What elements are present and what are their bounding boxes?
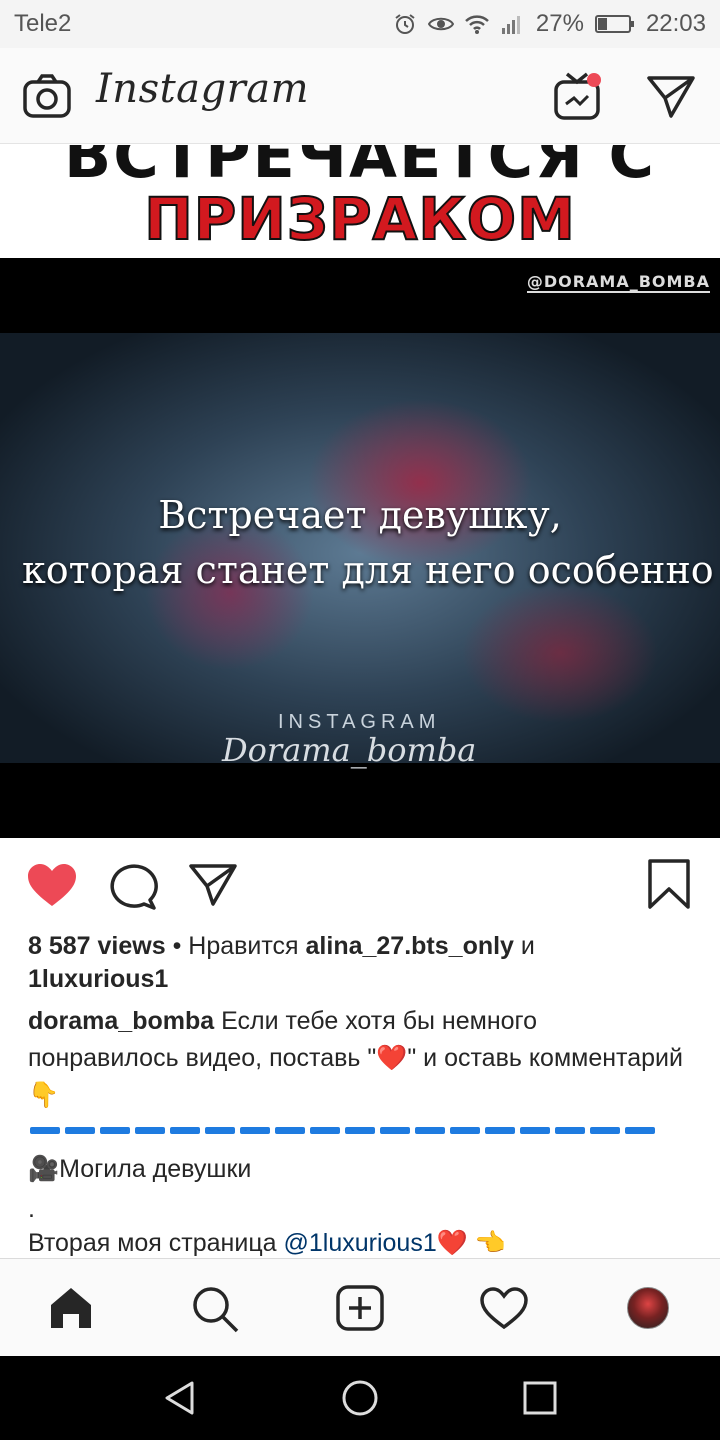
- divider-dash: [450, 1127, 480, 1134]
- activity-icon[interactable]: [480, 1287, 528, 1334]
- divider-dash: [205, 1127, 235, 1134]
- share-icon[interactable]: [188, 862, 238, 911]
- video-frame: Встречает девушку, которая станет для не…: [0, 333, 720, 769]
- liked-by-user2[interactable]: 1luxurious1: [28, 965, 168, 993]
- post-video[interactable]: @DORAMA_BOMBA Встречает девушку, которая…: [0, 258, 720, 838]
- carrier-label: Tele2: [14, 10, 72, 37]
- video-watermark-top: @DORAMA_BOMBA: [526, 272, 710, 293]
- caption-text-2: " и оставь комментарий: [407, 1044, 683, 1072]
- battery-percent: 27%: [535, 10, 584, 37]
- home-icon[interactable]: [48, 1285, 94, 1336]
- caption-heart-emoji: ❤️: [376, 1044, 408, 1072]
- liked-by-user[interactable]: alina_27.bts_only: [306, 932, 514, 960]
- divider-dash: [30, 1127, 60, 1134]
- signal-icon: [500, 11, 526, 37]
- caption-line-dot: .: [28, 1195, 35, 1223]
- direct-message-icon[interactable]: [646, 74, 696, 123]
- recents-icon[interactable]: [523, 1381, 557, 1420]
- home-circle-icon[interactable]: [341, 1379, 379, 1422]
- caption-divider: [30, 1127, 655, 1134]
- instagram-wordmark: Instagram: [96, 66, 310, 112]
- views-count[interactable]: 8 587 views: [28, 932, 166, 960]
- second-page-heart-emoji: ❤️: [436, 1229, 468, 1257]
- liked-by-and: и: [513, 932, 535, 960]
- caption-username[interactable]: dorama_bomba: [28, 1007, 214, 1035]
- eye-icon: [427, 11, 454, 37]
- post-video-banner: ВСТРЕЧАЕТСЯ С ПРИЗРАКОМ ДЕВУШКИ: [0, 145, 720, 258]
- caption-title-text: Могила девушки: [59, 1155, 252, 1183]
- wifi-icon: [464, 11, 490, 37]
- comment-icon[interactable]: [108, 862, 158, 915]
- app-header: Instagram: [0, 48, 720, 144]
- bottom-navigation: [0, 1258, 720, 1356]
- caption-line-title: 🎥Могила девушки: [28, 1151, 692, 1187]
- divider-dash: [415, 1127, 445, 1134]
- video-watermark-signature: Dorama_bomba: [222, 731, 477, 769]
- post-actions: [0, 838, 720, 930]
- post-stats: 8 587 views • Нравится alina_27.bts_only…: [28, 930, 688, 996]
- divider-dash: [380, 1127, 410, 1134]
- back-icon[interactable]: [162, 1380, 198, 1421]
- divider-dash: [345, 1127, 375, 1134]
- divider-dash: [485, 1127, 515, 1134]
- search-icon[interactable]: [191, 1285, 241, 1340]
- instagram-feed-screen: Tele2 27% 22:03 Instagram ВСТРЕЧАЕТСЯ С …: [0, 0, 720, 1440]
- like-heart-icon[interactable]: [26, 862, 78, 913]
- divider-dash: [520, 1127, 550, 1134]
- camera-icon[interactable]: [22, 72, 72, 125]
- system-navigation-bar: [0, 1356, 720, 1440]
- clock: 22:03: [645, 10, 706, 37]
- point-left-emoji: 👈: [467, 1229, 506, 1257]
- bookmark-icon[interactable]: [646, 858, 692, 915]
- post-caption: dorama_bomba Если тебе хотя бы немного п…: [28, 1003, 692, 1114]
- battery-icon: [594, 11, 636, 37]
- divider-dash: [310, 1127, 340, 1134]
- divider-dash: [240, 1127, 270, 1134]
- movie-camera-emoji: 🎥: [28, 1155, 60, 1183]
- divider-dash: [135, 1127, 165, 1134]
- divider-dash: [625, 1127, 655, 1134]
- divider-dash: [275, 1127, 305, 1134]
- add-post-icon[interactable]: [336, 1285, 384, 1336]
- igtv-icon[interactable]: [552, 70, 604, 127]
- caption-point-down-emoji: 👇: [28, 1081, 60, 1109]
- divider-dash: [65, 1127, 95, 1134]
- mention-link[interactable]: @1luxurious1: [283, 1229, 436, 1257]
- video-subtitle-line2: которая станет для него особенно: [22, 548, 714, 592]
- divider-dash: [100, 1127, 130, 1134]
- second-page-text: Вторая моя страница: [28, 1229, 284, 1257]
- divider-dash: [555, 1127, 585, 1134]
- likes-prefix: • Нравится: [165, 932, 306, 960]
- alarm-icon: [392, 11, 418, 37]
- status-bar: Tele2 27% 22:03: [0, 0, 720, 48]
- profile-avatar[interactable]: [627, 1287, 669, 1329]
- divider-dash: [170, 1127, 200, 1134]
- banner-title-line2: ПРИЗРАКОМ ДЕВУШКИ: [143, 184, 576, 258]
- divider-dash: [590, 1127, 620, 1134]
- video-subtitle-line1: Встречает девушку,: [158, 493, 562, 537]
- caption-line-second-page: Вторая моя страница @1luxurious1❤️ 👈: [28, 1225, 692, 1261]
